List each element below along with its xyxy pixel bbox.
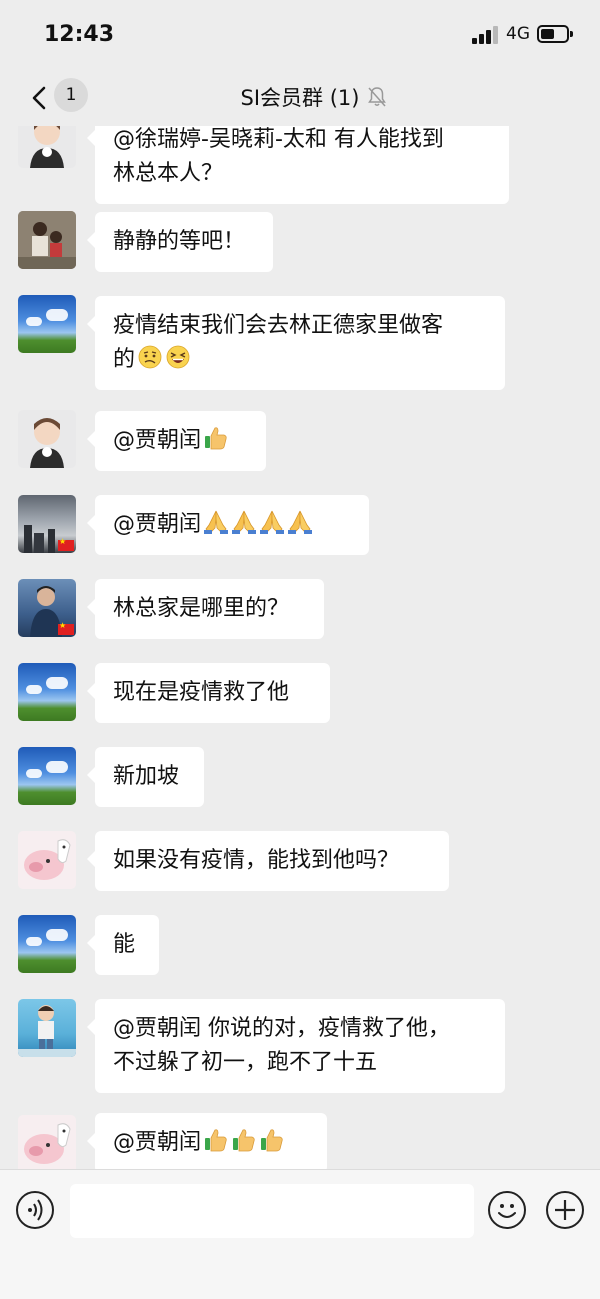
sender-avatar[interactable] — [18, 410, 76, 468]
thumbs-up-emoji — [205, 1129, 227, 1152]
message-bubble[interactable]: 能 — [87, 915, 159, 975]
message-bubble[interactable]: 现在是疫情救了他 — [87, 663, 330, 723]
message-bubble[interactable]: @贾朝闰 — [87, 495, 369, 555]
sender-avatar[interactable] — [18, 747, 76, 805]
thumbs-up-emoji — [205, 427, 227, 450]
message-bubble[interactable]: 新加坡 — [87, 747, 204, 807]
message-text: 能 — [113, 932, 136, 957]
sender-avatar[interactable] — [18, 831, 76, 889]
message-bubble[interactable]: @贾朝闰 你说的对，疫情救了他， 不过躲了初一，跑不了十五 — [87, 999, 505, 1093]
message-input[interactable] — [70, 1184, 474, 1238]
message-text: @徐瑞婷-吴晓莉-太和 有人能找到 — [113, 127, 444, 152]
folded-hands-emoji — [204, 510, 229, 534]
message-text: @贾朝闰 — [113, 1126, 309, 1160]
thumbs-up-emoji — [233, 1129, 255, 1152]
sender-avatar[interactable] — [18, 1115, 76, 1169]
message-bubble[interactable]: 静静的等吧！ — [87, 212, 273, 272]
sender-avatar[interactable] — [18, 915, 76, 973]
message-list[interactable]: @徐瑞婷-吴晓莉-太和 有人能找到 林总本人？ 静静的等吧！ 疫情结束我们会去林正德家… — [0, 126, 600, 1169]
voice-icon — [28, 1199, 43, 1221]
message-text: 林总家是哪里的？ — [113, 596, 290, 621]
thumbs-up-emoji — [261, 1129, 283, 1152]
more-actions-button[interactable] — [546, 1191, 584, 1229]
sender-avatar[interactable] — [18, 663, 76, 721]
message-text: @贾朝闰 你说的对，疫情救了他， — [113, 1016, 450, 1041]
folded-hands-emoji — [288, 510, 313, 534]
sender-avatar[interactable] — [18, 999, 76, 1057]
sender-avatar[interactable] — [18, 579, 76, 637]
signal-strength-icon — [472, 26, 500, 44]
message-bubble[interactable]: 林总家是哪里的？ — [87, 579, 324, 639]
smiley-icon — [498, 1204, 516, 1218]
message-text: 现在是疫情救了他 — [113, 680, 290, 705]
message-text: 静静的等吧！ — [113, 229, 246, 254]
message-text: 新加坡 — [113, 764, 180, 789]
chat-header: 1 SI会员群 (1) — [0, 70, 600, 126]
confused-face-emoji — [138, 345, 162, 369]
message-bubble[interactable]: @贾朝闰 — [87, 1113, 327, 1169]
battery-icon — [537, 25, 573, 43]
status-bar: 12:43 4G — [0, 0, 600, 70]
folded-hands-emoji — [232, 510, 257, 534]
message-text: 如果没有疫情，能找到他吗？ — [113, 848, 400, 873]
sender-avatar[interactable] — [18, 211, 76, 269]
status-time: 12:43 — [44, 22, 115, 47]
sender-avatar[interactable] — [18, 295, 76, 353]
message-bubble[interactable]: @徐瑞婷-吴晓莉-太和 有人能找到 林总本人？ — [87, 126, 509, 204]
input-bar — [0, 1169, 600, 1299]
voice-input-button[interactable] — [16, 1191, 54, 1229]
sender-avatar[interactable] — [18, 126, 76, 168]
message-text: 的 — [113, 343, 487, 377]
folded-hands-emoji — [260, 510, 285, 534]
message-text: @贾朝闰 — [113, 424, 248, 458]
message-bubble[interactable]: @贾朝闰 — [87, 411, 266, 471]
emoji-button[interactable] — [488, 1191, 526, 1229]
chat-title: SI会员群 (1) — [240, 86, 360, 110]
message-text: 不过躲了初一，跑不了十五 — [113, 1050, 378, 1075]
plus-icon — [555, 1200, 575, 1220]
sender-avatar[interactable] — [18, 495, 76, 553]
squinting-grin-emoji — [166, 345, 190, 369]
message-bubble[interactable]: 如果没有疫情，能找到他吗？ — [87, 831, 449, 891]
message-bubble[interactable]: 疫情结束我们会去林正德家里做客的 — [87, 296, 505, 390]
network-type: 4G — [506, 24, 530, 44]
message-text: 疫情结束我们会去林正德家里做客 — [113, 313, 444, 338]
message-text: @贾朝闰 — [113, 508, 351, 542]
mute-bell-icon — [368, 87, 386, 107]
message-text: 林总本人？ — [113, 161, 224, 186]
